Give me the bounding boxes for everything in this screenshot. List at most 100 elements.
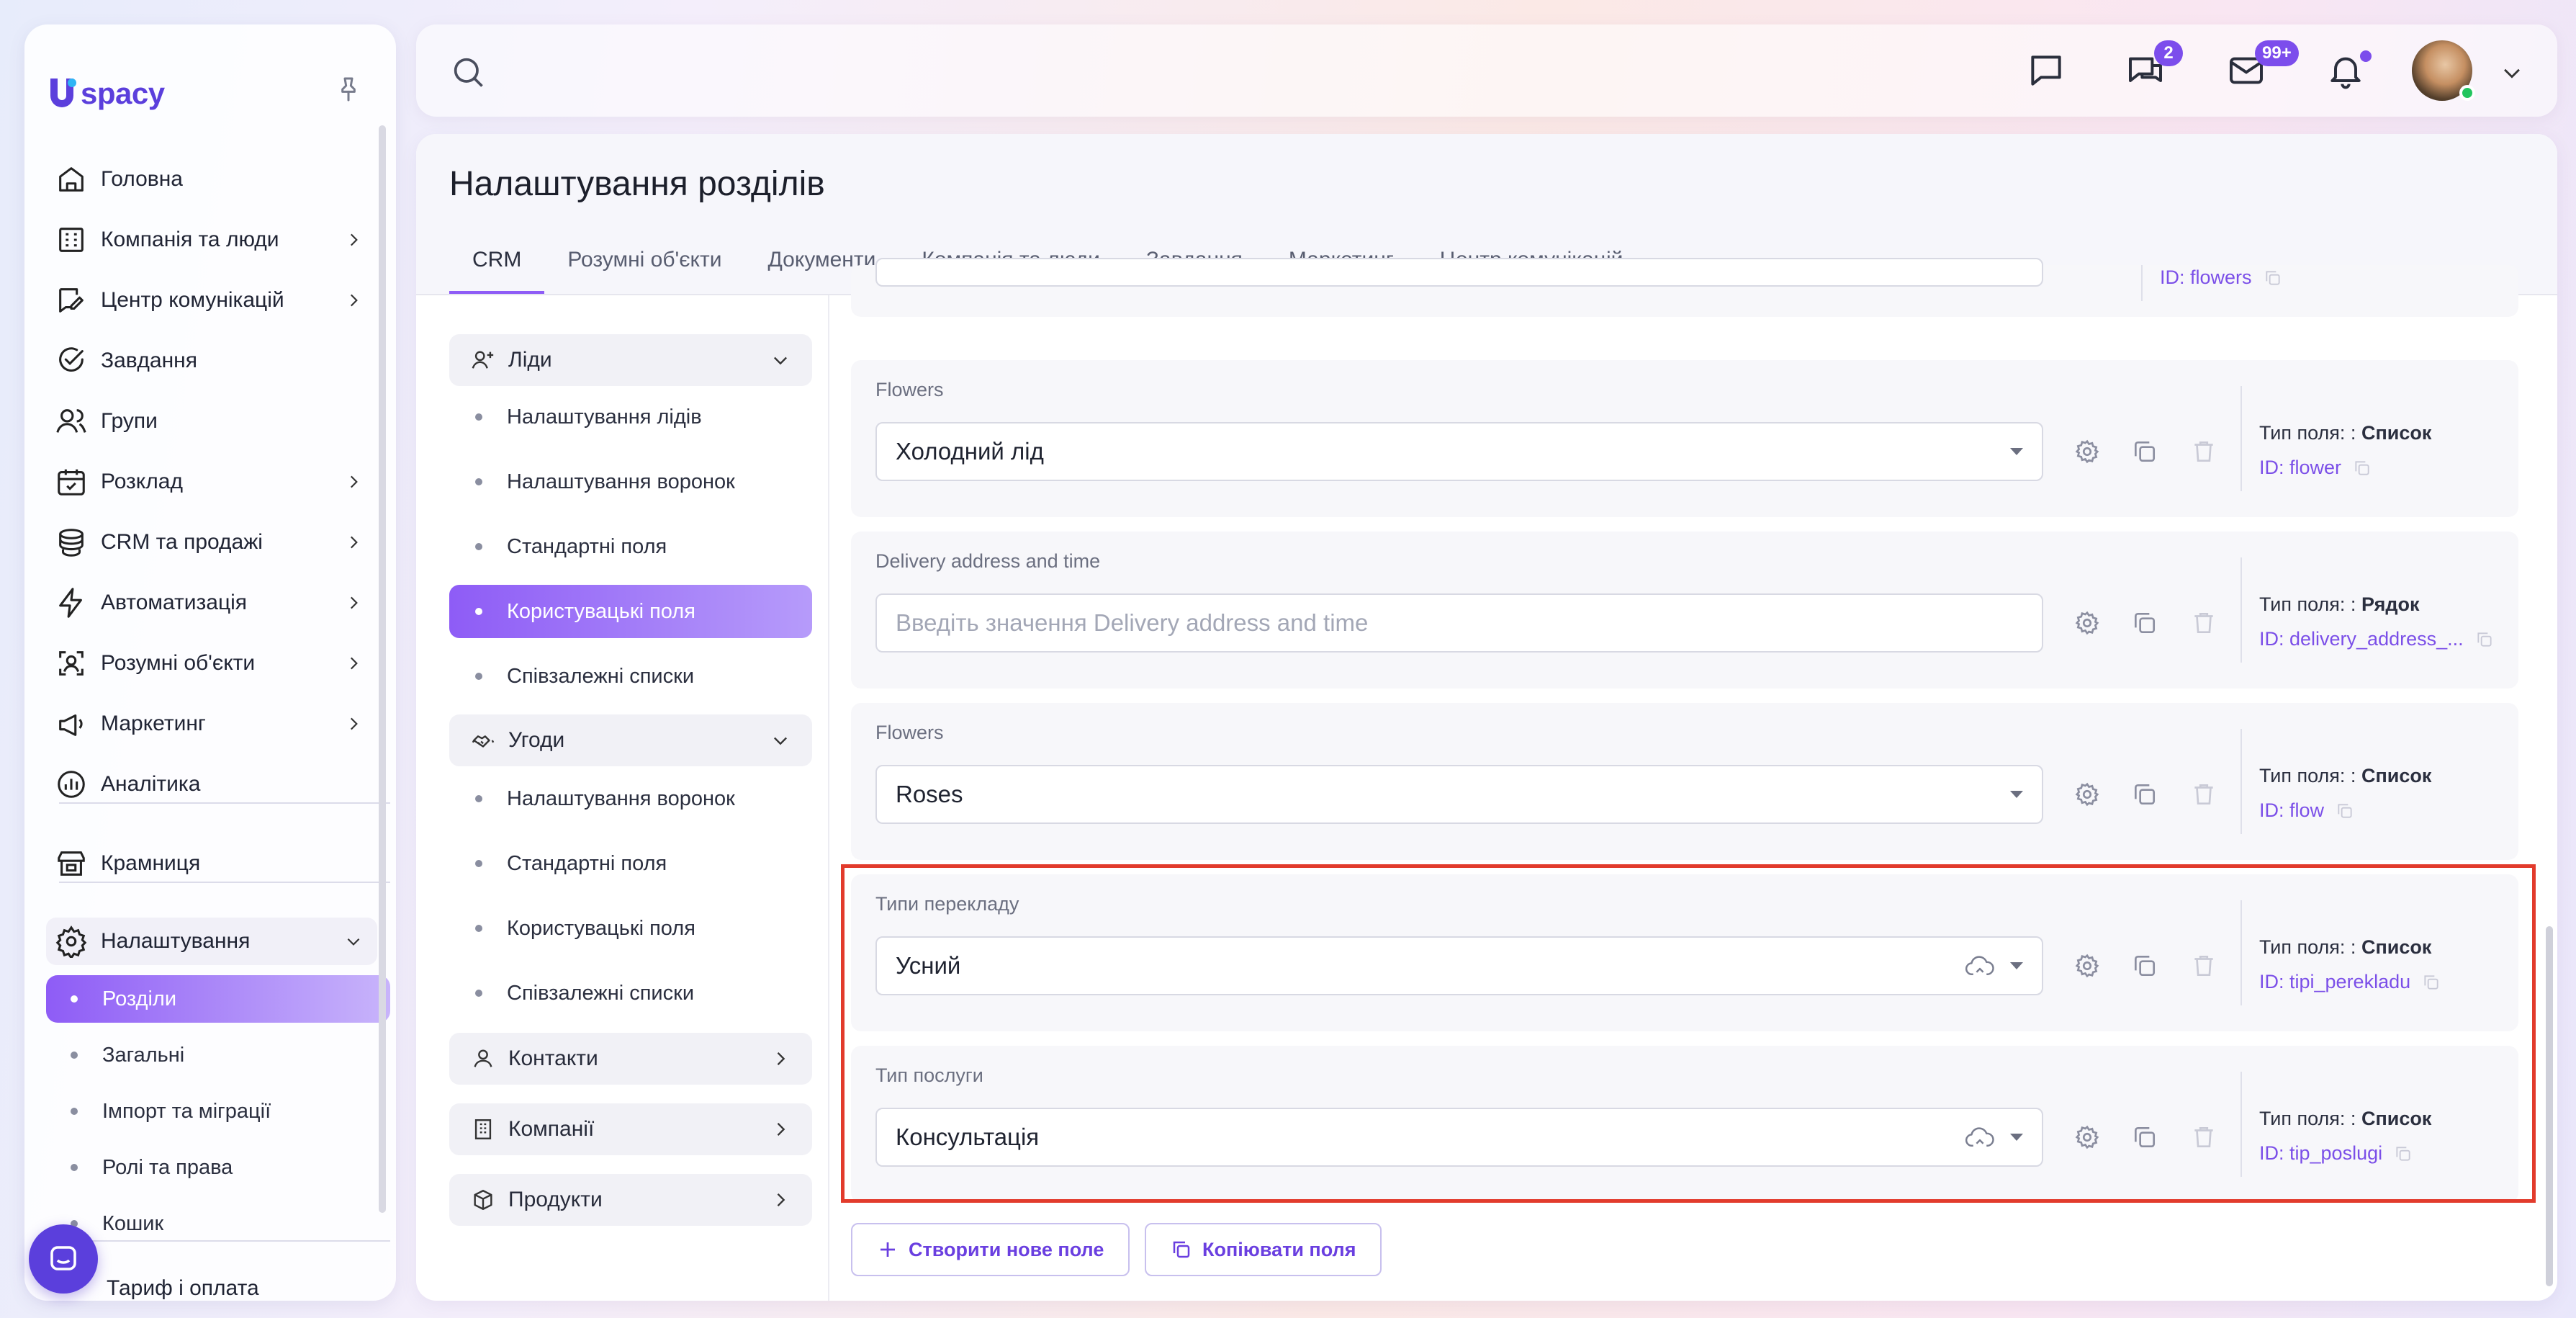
bullet-icon — [475, 860, 482, 867]
sidebar-subitem-general[interactable]: Загальні — [46, 1031, 390, 1079]
menu-item-deal-dependent-lists[interactable]: Співзалежні списки — [449, 967, 812, 1020]
trash-icon[interactable] — [2190, 438, 2217, 465]
logo[interactable]: spacy — [46, 75, 165, 112]
menu-item-deal-custom-fields[interactable]: Користувацькі поля — [449, 902, 812, 955]
handshake-icon — [472, 735, 495, 748]
logo-icon — [50, 79, 76, 107]
field-card-partial: ID: flowers — [851, 258, 2518, 317]
tab-smart-objects[interactable]: Розумні об'єкти — [544, 242, 744, 294]
sidebar-item-analytics[interactable]: Аналітика — [46, 761, 377, 808]
tab-crm[interactable]: CRM — [449, 242, 545, 294]
copy-icon[interactable] — [2336, 802, 2354, 820]
menu-group-companies[interactable]: Компанії — [449, 1103, 812, 1155]
sidebar-item-company[interactable]: Компанія та люди — [46, 216, 377, 264]
menu-item-label: Налаштування воронок — [507, 786, 735, 810]
field-type-prefix: Тип поля: : — [2259, 422, 2356, 444]
caret-down-icon — [2010, 791, 2023, 798]
sidebar-item-store[interactable]: Крамниця — [46, 840, 377, 887]
duplicate-icon[interactable] — [2131, 609, 2158, 637]
field-card: Delivery address and time Введіть значен… — [851, 532, 2518, 689]
copy-icon[interactable] — [2353, 459, 2372, 478]
menu-item-label: Співзалежні списки — [507, 664, 695, 688]
search-icon[interactable] — [449, 53, 487, 91]
main-scrollbar[interactable] — [2546, 926, 2553, 1286]
menu-item-lead-standard-fields[interactable]: Стандартні поля — [449, 520, 812, 573]
bullet-icon — [475, 413, 482, 421]
sidebar-item-groups[interactable]: Групи — [46, 398, 377, 445]
trash-icon[interactable] — [2190, 781, 2217, 808]
sidebar-item-communications[interactable]: Центр комунікацій — [46, 277, 377, 324]
menu-item-lead-pipelines[interactable]: Налаштування воронок — [449, 455, 812, 508]
field-select[interactable]: Roses — [875, 765, 2043, 824]
field-input-partial[interactable] — [875, 258, 2043, 287]
duplicate-icon[interactable] — [2131, 438, 2158, 465]
sidebar-item-crm[interactable]: CRM та продажі — [46, 519, 377, 566]
lightning-icon — [59, 588, 82, 618]
pin-icon[interactable] — [334, 75, 363, 104]
field-select[interactable]: Холодний лід — [875, 422, 2043, 481]
chevron-right-icon — [350, 475, 358, 488]
sidebar-item-label: Крамниця — [101, 851, 201, 875]
bullet-icon — [475, 990, 482, 997]
field-text-input[interactable]: Введіть значення Delivery address and ti… — [875, 593, 2043, 653]
menu-item-label: Налаштування лідів — [507, 405, 702, 429]
chevron-right-icon — [350, 233, 358, 246]
gear-icon[interactable] — [2073, 781, 2101, 808]
bullet-icon — [475, 478, 482, 485]
sidebar-item-marketing[interactable]: Маркетинг — [46, 700, 377, 748]
menu-group-contacts[interactable]: Контакти — [449, 1033, 812, 1085]
sidebar-item-label: Головна — [101, 167, 183, 191]
message-icon[interactable] — [2026, 50, 2066, 91]
menu-item-lead-custom-fields[interactable]: Користувацькі поля — [449, 585, 812, 638]
copy-icon — [1173, 1241, 1190, 1258]
copy-fields-label: Копіювати поля — [1202, 1238, 1356, 1260]
bullet-icon — [71, 995, 78, 1003]
menu-group-label: Компанії — [508, 1117, 595, 1141]
trash-icon[interactable] — [2190, 609, 2217, 637]
bullet-icon — [71, 1108, 78, 1115]
menu-group-leads[interactable]: Ліди — [449, 334, 812, 386]
support-chat-button[interactable] — [29, 1224, 98, 1294]
field-placeholder: Введіть значення Delivery address and ti… — [896, 609, 1369, 636]
menu-item-lead-settings[interactable]: Налаштування лідів — [449, 390, 812, 444]
copy-icon[interactable] — [2475, 630, 2494, 649]
sidebar-item-tariff[interactable]: Тариф і оплата — [107, 1265, 396, 1301]
chevron-down-icon — [774, 357, 787, 365]
menu-item-deal-pipelines[interactable]: Налаштування воронок — [449, 772, 812, 825]
field-type: Тип поля: : Рядок — [2259, 593, 2420, 616]
menu-group-deals[interactable]: Угоди — [449, 714, 812, 766]
sidebar-subitem-label: Імпорт та міграції — [102, 1099, 271, 1123]
sidebar-item-tasks[interactable]: Завдання — [46, 337, 377, 385]
gear-icon[interactable] — [2073, 609, 2101, 637]
sidebar-scrollbar[interactable] — [379, 125, 386, 1213]
duplicate-icon[interactable] — [2131, 781, 2158, 808]
gear-icon[interactable] — [2073, 438, 2101, 465]
sidebar-subitem-sections[interactable]: Розділи — [46, 975, 390, 1023]
create-field-button[interactable]: Створити нове поле — [851, 1223, 1130, 1276]
sidebar-item-schedule[interactable]: Розклад — [46, 458, 377, 506]
field-label: Delivery address and time — [875, 550, 1101, 572]
chevron-down-icon — [347, 938, 360, 946]
field-label: Flowers — [875, 379, 944, 400]
chevron-right-icon — [350, 596, 358, 609]
create-field-label: Створити нове поле — [909, 1238, 1104, 1260]
sidebar-subitem-import[interactable]: Імпорт та міграції — [46, 1088, 390, 1135]
sidebar-subitem-roles[interactable]: Ролі та права — [46, 1144, 390, 1191]
sidebar-item-smart-objects[interactable]: Розумні об'єкти — [46, 640, 377, 687]
bullet-icon — [475, 795, 482, 802]
menu-group-products[interactable]: Продукти — [449, 1174, 812, 1226]
plus-icon — [881, 1242, 895, 1257]
sidebar-item-automation[interactable]: Автоматизація — [46, 579, 377, 627]
copy-fields-button[interactable]: Копіювати поля — [1145, 1223, 1382, 1276]
users-icon — [56, 409, 86, 433]
card-divider — [2241, 729, 2242, 834]
sidebar-item-home[interactable]: Головна — [46, 156, 377, 203]
copy-icon[interactable] — [2264, 269, 2282, 287]
bullet-icon — [475, 673, 482, 680]
bullet-icon — [475, 925, 482, 932]
sidebar-item-settings[interactable]: Налаштування — [46, 918, 377, 965]
menu-item-lead-dependent-lists[interactable]: Співзалежні списки — [449, 650, 812, 703]
sidebar: spacy Головна Компанія та люди Центр ком… — [24, 24, 396, 1301]
menu-item-deal-standard-fields[interactable]: Стандартні поля — [449, 837, 812, 890]
chevron-down-icon[interactable] — [2500, 60, 2524, 85]
